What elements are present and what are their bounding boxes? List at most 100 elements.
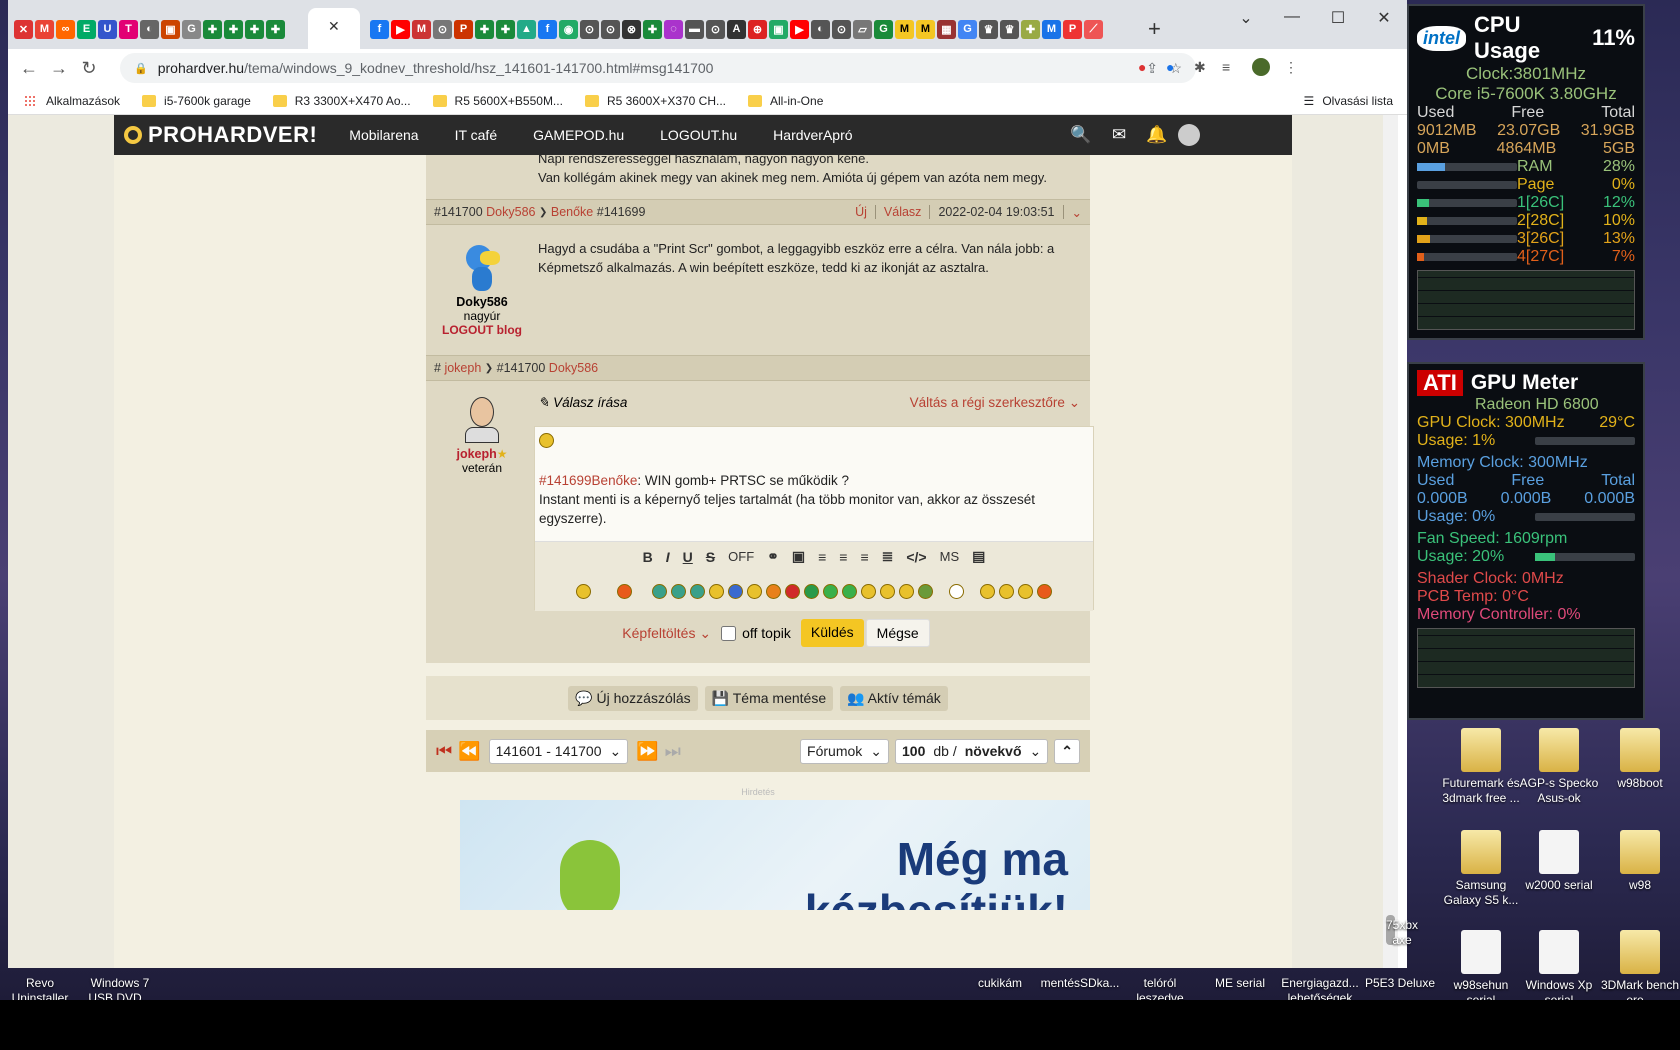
tab-icon[interactable]: ✚: [643, 19, 662, 39]
tab-icon[interactable]: T: [119, 19, 138, 39]
smiley-icon[interactable]: [899, 583, 914, 599]
desktop-icon-partial[interactable]: 75xbx axe: [1382, 870, 1422, 948]
quote-link[interactable]: #141699Benőke: [539, 473, 637, 488]
desktop-icon[interactable]: cukikám: [960, 976, 1040, 991]
reload-button[interactable]: ↻: [74, 58, 104, 79]
tab-icon[interactable]: ▣: [769, 19, 788, 39]
tab-icon[interactable]: ◌: [664, 19, 683, 39]
smiley-icon[interactable]: [690, 583, 705, 599]
align-right-icon[interactable]: ≡: [860, 549, 868, 565]
new-link[interactable]: Új: [855, 205, 867, 219]
reply-user-link[interactable]: jokeph: [444, 361, 481, 375]
tab-icon[interactable]: ▶: [790, 19, 809, 39]
per-page-select[interactable]: 100 db / növekvő ⌄: [895, 738, 1049, 764]
tab-icon[interactable]: ✕: [14, 19, 33, 39]
cancel-button[interactable]: Mégse: [865, 619, 930, 647]
smiley-icon[interactable]: [999, 583, 1014, 599]
italic-icon[interactable]: I: [666, 549, 670, 565]
desktop-icon[interactable]: w2000 serial: [1519, 830, 1599, 893]
tab-icon[interactable]: M: [895, 19, 914, 39]
image-upload-button[interactable]: Képfeltöltés ⌄: [622, 625, 711, 642]
desktop-icon[interactable]: AGP-s Specko Asus-ok: [1519, 728, 1599, 806]
tab-icon[interactable]: G: [958, 19, 977, 39]
tab-icon[interactable]: ▦: [937, 19, 956, 39]
tab-icon[interactable]: A: [727, 19, 746, 39]
tab-icon[interactable]: ✚: [245, 19, 264, 39]
last-page-icon[interactable]: ⏭: [665, 741, 681, 762]
tab-icon[interactable]: ✚: [224, 19, 243, 39]
smiley-icon[interactable]: [918, 583, 933, 599]
profile-avatar[interactable]: [1252, 58, 1270, 76]
smiley-icon[interactable]: [576, 583, 591, 599]
smiley-icon[interactable]: [1037, 583, 1052, 599]
bookmark-folder[interactable]: All-in-One: [748, 94, 823, 108]
align-center-icon[interactable]: ≡: [839, 549, 847, 565]
tab-icon[interactable]: M: [35, 19, 54, 39]
scroll-top-button[interactable]: ⌃: [1054, 738, 1080, 764]
tab-search-icon[interactable]: ⌄: [1223, 8, 1269, 28]
editor-content[interactable]: #141699Benőke: WIN gomb+ PRTSC se működi…: [535, 427, 1093, 541]
desktop-icon[interactable]: w98boot: [1600, 728, 1680, 791]
jokeph-avatar[interactable]: [465, 397, 499, 443]
maximize-button[interactable]: ☐: [1315, 8, 1361, 28]
tab-icon[interactable]: ▲: [517, 19, 536, 39]
back-button[interactable]: ←: [14, 58, 44, 79]
nav-itcafe[interactable]: IT café: [441, 127, 498, 143]
forums-select[interactable]: Fórumok ⌄: [800, 738, 889, 764]
bookmark-folder[interactable]: R5 5600X+B550M...: [432, 94, 563, 108]
address-bar[interactable]: 🔒 prohardver.hu/tema/windows_9_kodnev_th…: [120, 53, 1196, 83]
page-scrollbar[interactable]: [1383, 115, 1398, 968]
ms-icon[interactable]: MS: [940, 549, 960, 564]
reply-author-link[interactable]: Doky586: [549, 361, 598, 375]
tab-icon[interactable]: ▱: [853, 19, 872, 39]
advertisement[interactable]: Még ma kézbesítjük!: [460, 800, 1090, 910]
tab-icon[interactable]: U: [98, 19, 117, 39]
mail-icon[interactable]: ✉: [1112, 125, 1126, 145]
reply-link[interactable]: Válasz: [884, 205, 922, 219]
tab-icon[interactable]: ⊙: [433, 19, 452, 39]
tab-icon[interactable]: ▬: [685, 19, 704, 39]
nav-gamepod[interactable]: GAMEPOD.hu: [519, 127, 624, 143]
off-topic-icon[interactable]: OFF: [728, 549, 754, 564]
align-left-icon[interactable]: ≡: [818, 549, 826, 565]
image-icon[interactable]: ▣: [792, 548, 805, 565]
smiley-icon[interactable]: [766, 583, 781, 599]
bell-icon[interactable]: 🔔: [1146, 125, 1167, 145]
chevron-down-icon[interactable]: ⌄: [1072, 205, 1082, 220]
smiley-icon[interactable]: [823, 583, 838, 599]
bold-icon[interactable]: B: [643, 549, 653, 565]
underline-icon[interactable]: U: [683, 549, 693, 565]
switch-editor-link[interactable]: Váltás a régi szerkesztőre ⌄: [910, 395, 1080, 411]
tab-icon[interactable]: ♛: [1000, 19, 1019, 39]
nav-hardverapro[interactable]: HardverApró: [759, 127, 852, 143]
user-avatar[interactable]: [1178, 124, 1200, 146]
tab-icon[interactable]: ⊙: [580, 19, 599, 39]
tab-icon[interactable]: f: [538, 19, 557, 39]
tab-icon[interactable]: ◐: [140, 19, 159, 39]
lock-icon[interactable]: 🔒: [134, 62, 148, 75]
close-window-button[interactable]: ✕: [1361, 8, 1407, 28]
bookmark-apps[interactable]: Alkalmazások: [24, 94, 120, 108]
smiley-icon[interactable]: [728, 583, 743, 599]
tab-icon[interactable]: ▶: [391, 19, 410, 39]
link-icon[interactable]: ⚭: [767, 548, 779, 565]
tab-icon[interactable]: ⟋: [1084, 19, 1103, 39]
desktop-icon[interactable]: Windows Xp serial: [1519, 930, 1599, 1008]
smiley-icon[interactable]: [747, 583, 762, 599]
smiley-icon[interactable]: [652, 583, 667, 599]
prev-page-icon[interactable]: ⏪: [458, 741, 480, 762]
share-icon[interactable]: ⇪: [1146, 60, 1158, 77]
tab-icon[interactable]: ∞: [56, 19, 75, 39]
tab-icon[interactable]: ⊙: [832, 19, 851, 39]
first-page-icon[interactable]: ⏮: [436, 741, 452, 762]
bookmark-folder[interactable]: i5-7600k garage: [142, 94, 251, 108]
tab-icon[interactable]: G: [182, 19, 201, 39]
puzzle-icon[interactable]: ✱: [1194, 59, 1206, 76]
bookmark-folder[interactable]: R3 3300X+X470 Ao...: [272, 94, 411, 108]
smiley-icon[interactable]: [709, 583, 724, 599]
media-icon[interactable]: ≡: [1222, 59, 1230, 75]
smiley-icon[interactable]: [980, 583, 995, 599]
post-author-link[interactable]: Doky586: [486, 205, 535, 219]
strike-icon[interactable]: S: [706, 549, 715, 565]
tab-icon[interactable]: ✚: [1021, 19, 1040, 39]
